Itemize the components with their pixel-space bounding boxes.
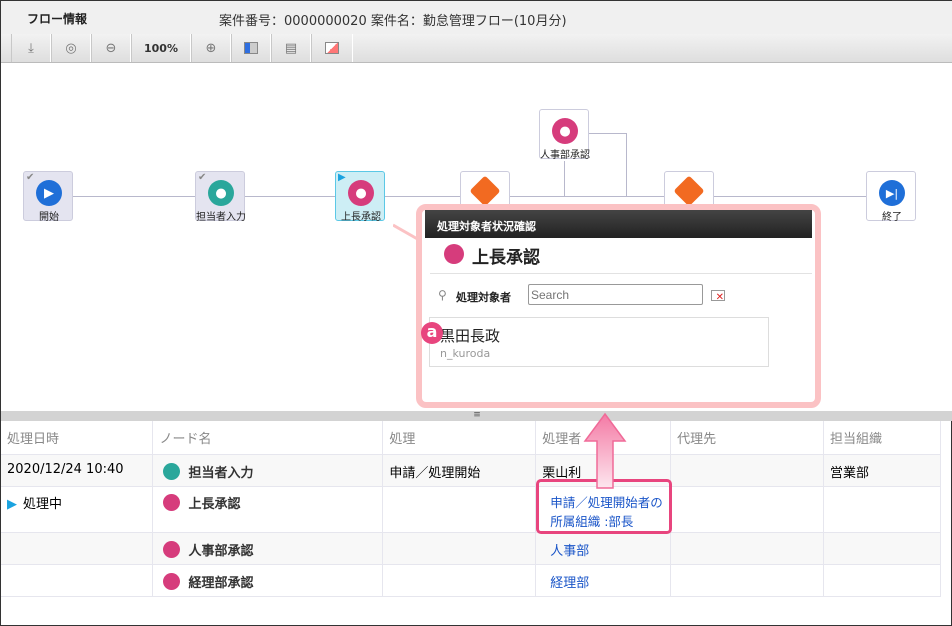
page-title: フロー情報 — [27, 12, 88, 26]
gateway-icon — [673, 175, 705, 207]
column-header: 担当組織 — [823, 421, 941, 455]
splitter-handle[interactable]: ≡ — [1, 411, 952, 421]
play-icon: ▶ — [36, 180, 62, 206]
search-label: 処理対象者 — [456, 291, 511, 304]
flow-node-input[interactable]: ✔ ● 担当者入力 — [195, 171, 246, 223]
panel-button[interactable] — [311, 34, 353, 62]
proxy-cell — [670, 486, 825, 533]
table-row: 人事部承認 人事部 — [1, 532, 941, 565]
node-cell: 人事部承認 — [152, 532, 384, 565]
date-cell: 2020/12/24 10:40 — [1, 454, 154, 487]
annotation-arrow-icon — [583, 412, 627, 489]
column-header: ノード名 — [152, 421, 384, 455]
user-icon — [163, 462, 181, 480]
check-icon: ✔ — [26, 172, 35, 183]
processor-status-popup: 処理対象者状況確認 上長承認 ⚲ 処理対象者 ✕ 黒田長政 n_kuroda a — [416, 204, 821, 408]
approver-icon — [444, 244, 464, 264]
column-header: 処理 — [382, 421, 537, 455]
org-cell — [823, 486, 941, 533]
current-marker-icon: ▶ — [338, 172, 346, 183]
gateway-icon — [469, 175, 501, 207]
processor-cell: 経理部 — [535, 564, 672, 597]
column-header: 代理先 — [670, 421, 825, 455]
action-cell: 申請／処理開始 — [382, 454, 537, 487]
table-header: 処理日時 ノード名 処理 処理者 代理先 担当組織 — [1, 421, 941, 455]
popup-node-title: 上長承認 — [472, 248, 540, 268]
layout-icon — [244, 42, 258, 54]
action-cell — [382, 564, 537, 597]
approver-icon — [163, 540, 181, 558]
approver-icon — [163, 572, 181, 590]
table-button[interactable]: ▤ — [271, 34, 311, 62]
header: フロー情報 案件番号：0000000020 案件名：勤怠管理フロー(10月分) — [1, 1, 952, 34]
flow-node-manager-approval[interactable]: ▶ ● 上長承認 — [335, 171, 385, 223]
flow-node-hr-approval[interactable]: ● 人事部承認 — [539, 109, 590, 161]
popup-header: 処理対象者状況確認 — [425, 210, 812, 238]
current-marker-icon: ▶ — [7, 496, 17, 512]
table-row: ▶ 処理中 上長承認 申請／処理開始者の所属組織 :部長 — [1, 486, 941, 533]
case-info: 案件番号：0000000020 案件名：勤怠管理フロー(10月分) — [219, 14, 567, 29]
search-icon: ⚲ — [438, 288, 447, 302]
check-icon: ✔ — [198, 172, 207, 183]
zoom-fit-button[interactable]: ◎ — [51, 34, 91, 62]
clear-search-icon[interactable]: ✕ — [711, 290, 725, 303]
date-cell — [1, 532, 154, 565]
table-icon: ▤ — [284, 40, 298, 56]
proxy-cell — [670, 454, 825, 487]
panel-icon — [325, 42, 339, 54]
end-icon: ▶| — [879, 180, 905, 206]
proxy-cell — [670, 564, 825, 597]
zoom-in-icon: ⊕ — [205, 40, 217, 56]
download-button[interactable]: ⤓ — [11, 34, 51, 62]
node-cell: 担当者入力 — [152, 454, 384, 487]
action-cell — [382, 532, 537, 565]
date-cell — [1, 564, 154, 597]
zoom-fit-icon: ◎ — [65, 40, 77, 56]
approver-icon: ● — [552, 118, 578, 144]
flow-node-start[interactable]: ✔ ▶ 開始 — [23, 171, 73, 223]
user-id: n_kuroda — [440, 347, 491, 360]
proxy-cell — [670, 532, 825, 565]
processor-link[interactable]: 人事部 — [542, 544, 589, 559]
node-cell: 上長承認 — [152, 486, 384, 533]
approver-icon: ● — [348, 180, 374, 206]
org-cell: 営業部 — [823, 454, 941, 487]
action-cell — [382, 486, 537, 533]
org-cell — [823, 564, 941, 597]
table-row: 経理部承認 経理部 — [1, 564, 941, 597]
user-icon: ● — [208, 180, 234, 206]
history-table: 処理日時 ノード名 処理 処理者 代理先 担当組織 2020/12/24 10:… — [1, 421, 941, 597]
zoom-level[interactable]: 100% — [131, 34, 191, 62]
user-card[interactable]: 黒田長政 n_kuroda — [429, 317, 769, 367]
column-header: 処理日時 — [1, 421, 154, 455]
approver-icon — [163, 493, 181, 511]
table-row: 2020/12/24 10:40 担当者入力 申請／処理開始 栗山利 営業部 — [1, 454, 941, 487]
user-name: 黒田長政 — [440, 327, 501, 345]
date-cell: ▶ 処理中 — [1, 486, 154, 533]
search-input[interactable] — [528, 284, 703, 305]
processor-cell: 人事部 — [535, 532, 672, 565]
toolbar: ⤓ ◎ ⊖ 100% ⊕ ▤ — [1, 34, 952, 63]
zoom-out-button[interactable]: ⊖ — [91, 34, 131, 62]
layout-button[interactable] — [231, 34, 271, 62]
zoom-in-button[interactable]: ⊕ — [191, 34, 231, 62]
flow-node-end[interactable]: ▶| 終了 — [866, 171, 916, 223]
annotation-badge: a — [421, 322, 443, 344]
zoom-out-icon: ⊖ — [105, 40, 117, 56]
download-icon: ⤓ — [28, 40, 34, 56]
processor-link[interactable]: 経理部 — [542, 576, 589, 591]
popup-pointer — [393, 223, 422, 243]
org-cell — [823, 532, 941, 565]
node-cell: 経理部承認 — [152, 564, 384, 597]
